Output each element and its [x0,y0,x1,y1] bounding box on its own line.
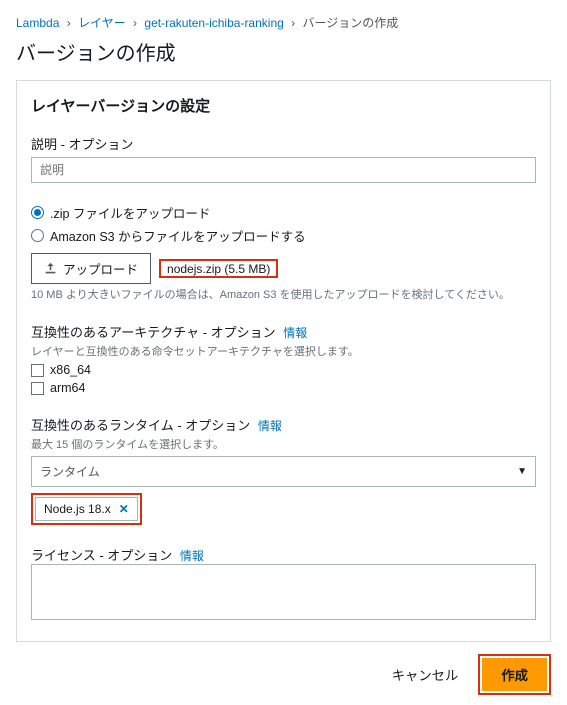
runtime-info-link[interactable]: 情報 [258,419,282,433]
checkbox-x86[interactable]: x86_64 [31,363,536,377]
chevron-right-icon: › [291,16,295,30]
upload-button[interactable]: アップロード [31,253,151,284]
runtime-select[interactable]: ランタイム ▼ [31,456,536,487]
license-textarea[interactable] [31,564,536,620]
arch-label: 互換性のあるアーキテクチャ - オプション [31,325,276,340]
close-icon[interactable]: ✕ [119,502,129,516]
radio-upload-zip[interactable]: .zip ファイルをアップロード [31,203,536,222]
arch-subtext: レイヤーと互換性のある命令セットアーキテクチャを選択します。 [31,343,536,359]
description-label: 説明 - オプション [31,134,536,153]
radio-icon [31,229,44,242]
checkbox-arm64-label: arm64 [50,381,85,395]
radio-upload-s3[interactable]: Amazon S3 からファイルをアップロードする [31,226,536,245]
upload-button-label: アップロード [63,259,138,278]
create-button[interactable]: 作成 [482,658,547,691]
breadcrumb-current: バージョンの作成 [302,16,398,30]
runtime-subtext: 最大 15 個のランタイムを選択します。 [31,436,536,452]
panel-title: レイヤーバージョンの設定 [31,95,536,116]
radio-upload-zip-label: .zip ファイルをアップロード [50,203,210,222]
upload-hint: 10 MB より大きいファイルの場合は、Amazon S3 を使用したアップロー… [31,286,536,302]
arch-info-link[interactable]: 情報 [283,326,307,340]
runtime-chip-label: Node.js 18.x [44,502,111,516]
uploaded-file-name: nodejs.zip (5.5 MB) [161,258,276,280]
cancel-button[interactable]: キャンセル [378,659,473,690]
upload-icon [44,262,57,275]
breadcrumb-lambda[interactable]: Lambda [16,16,59,30]
page-title: バージョンの作成 [16,37,551,66]
settings-panel: レイヤーバージョンの設定 説明 - オプション .zip ファイルをアップロード… [16,80,551,642]
chevron-down-icon: ▼ [517,466,527,477]
checkbox-icon [31,364,44,377]
license-label: ライセンス - オプション [31,548,172,563]
radio-upload-s3-label: Amazon S3 からファイルをアップロードする [50,226,306,245]
breadcrumb-layers[interactable]: レイヤー [78,16,126,30]
checkbox-arm64[interactable]: arm64 [31,381,536,395]
runtime-label: 互換性のあるランタイム - オプション [31,418,250,433]
license-info-link[interactable]: 情報 [180,549,204,563]
runtime-chip: Node.js 18.x ✕ [35,497,138,521]
runtime-select-placeholder: ランタイム [40,463,100,480]
breadcrumb: Lambda › レイヤー › get-rakuten-ichiba-ranki… [16,14,551,31]
description-input[interactable] [31,157,536,183]
chevron-right-icon: › [133,16,137,30]
checkbox-icon [31,382,44,395]
chevron-right-icon: › [67,16,71,30]
breadcrumb-layer-name[interactable]: get-rakuten-ichiba-ranking [144,16,283,30]
checkbox-x86-label: x86_64 [50,363,91,377]
radio-icon [31,206,44,219]
